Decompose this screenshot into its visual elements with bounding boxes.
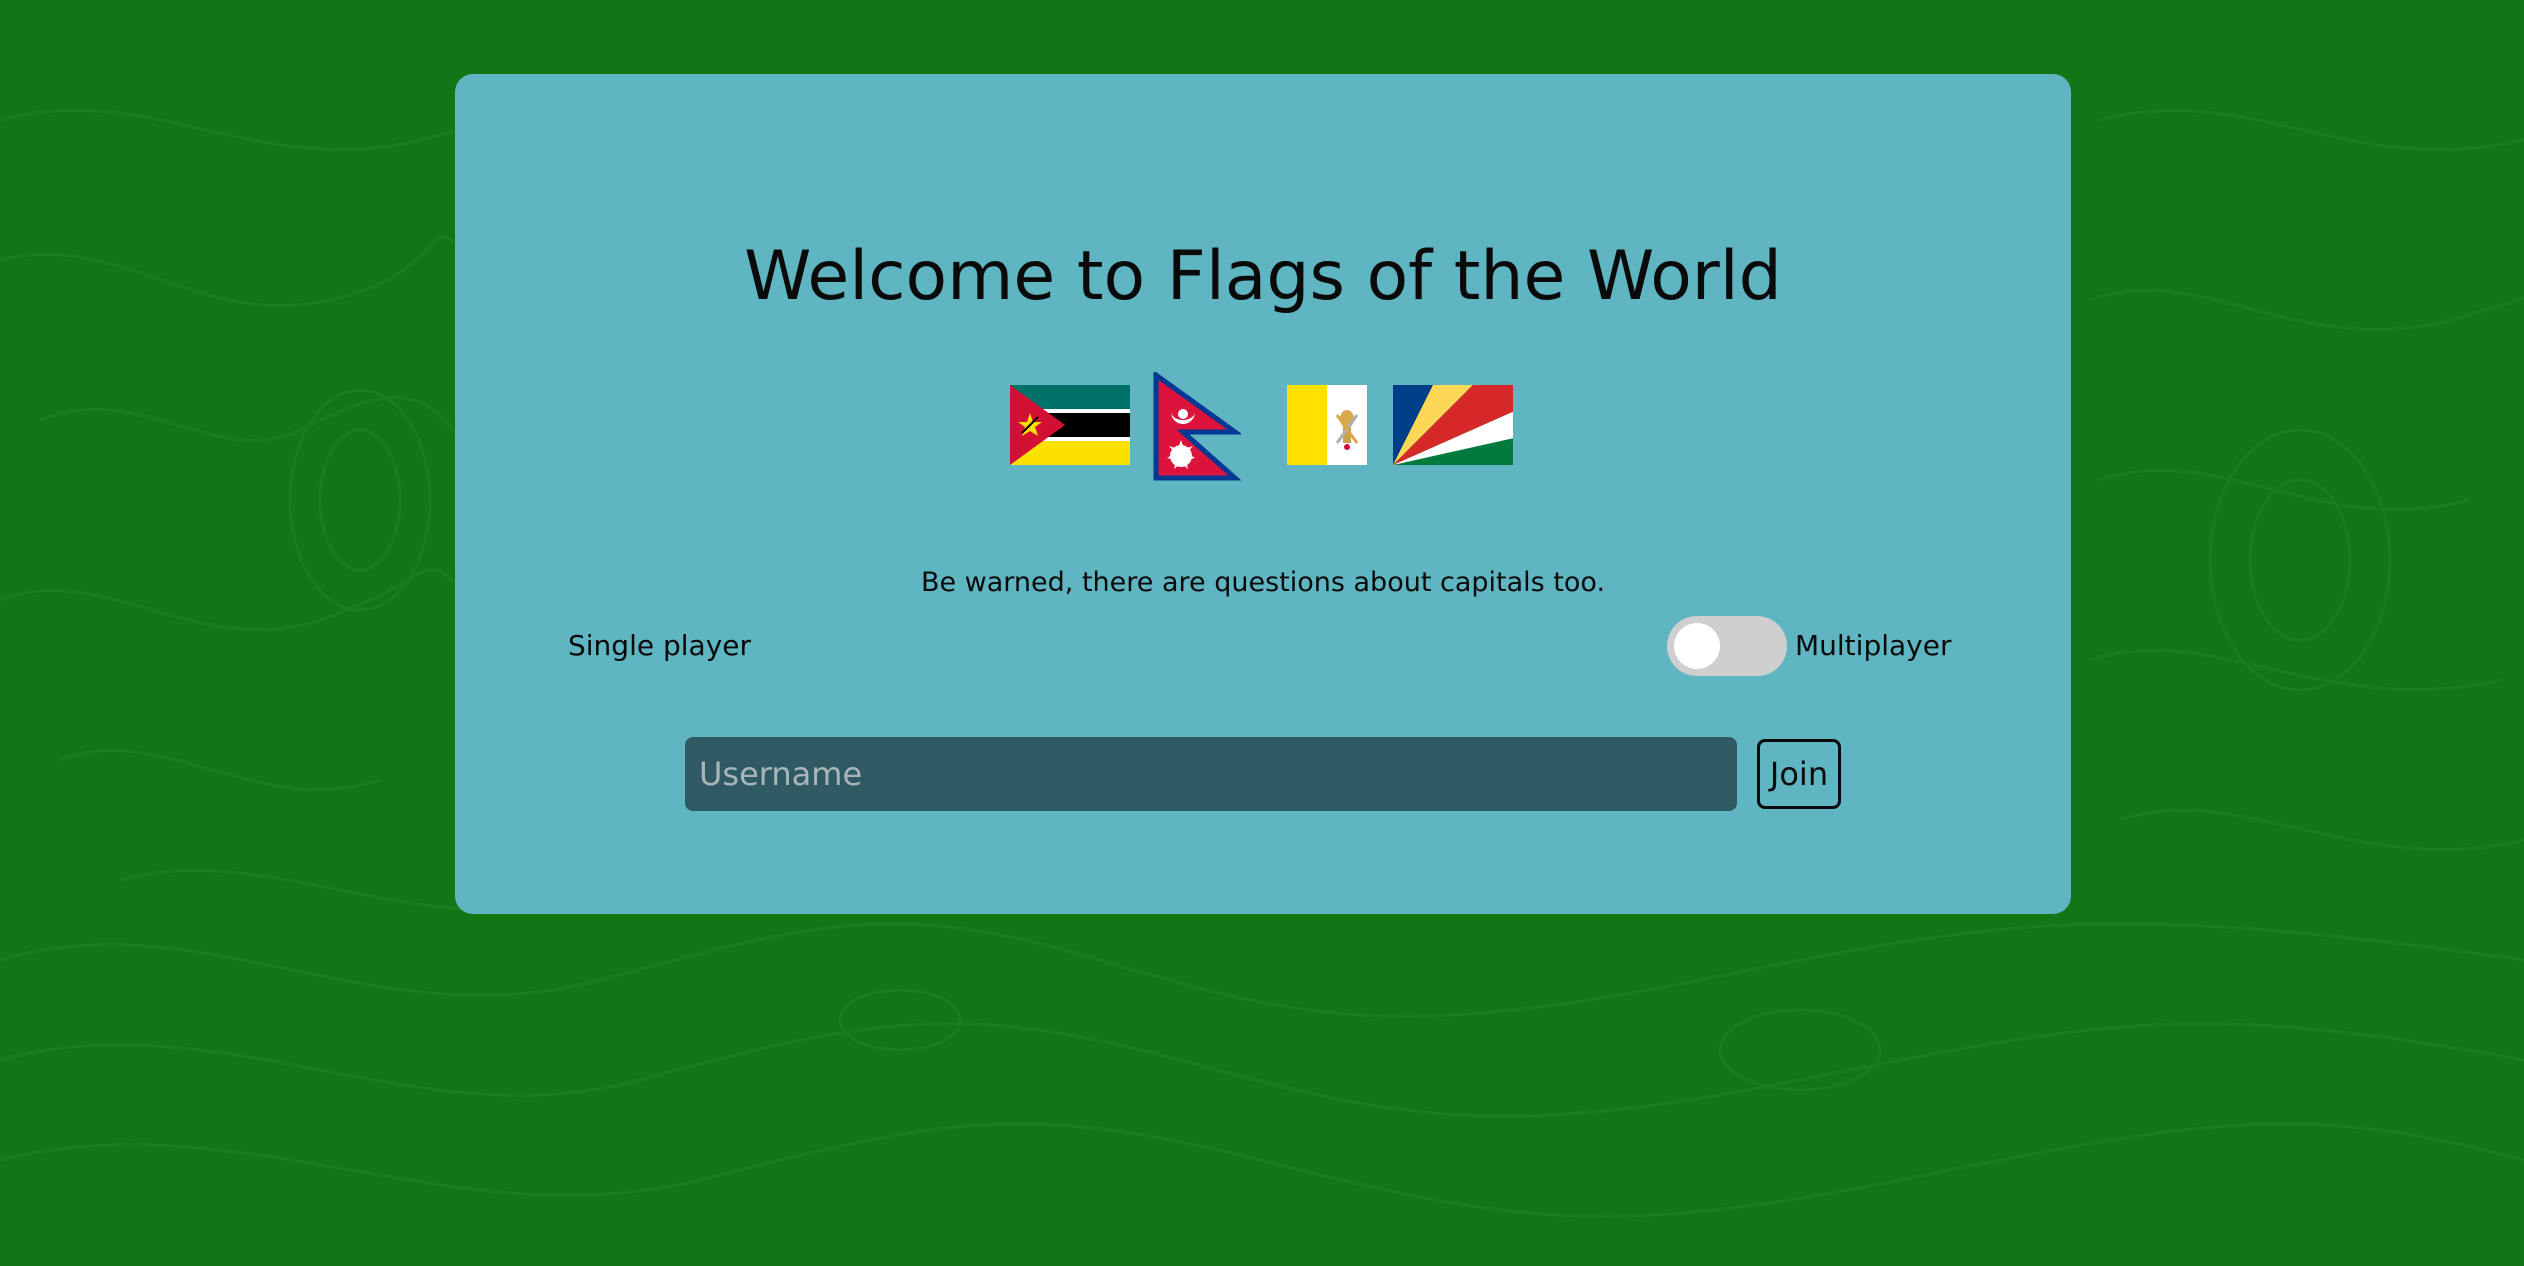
multiplayer-label: Multiplayer [1795, 629, 1952, 662]
mozambique-flag-icon [1010, 385, 1130, 465]
game-mode-selector: Single player Multiplayer [455, 614, 2071, 678]
username-input[interactable] [685, 737, 1737, 811]
page-title: Welcome to Flags of the World [744, 237, 1782, 316]
toggle-knob[interactable] [1674, 623, 1720, 669]
nepal-flag-icon [1153, 372, 1241, 481]
single-player-label: Single player [568, 629, 751, 662]
vatican-flag-icon [1287, 385, 1367, 465]
capitals-warning-text: Be warned, there are questions about cap… [920, 567, 1606, 598]
join-button[interactable]: Join [1757, 739, 1841, 809]
mode-toggle-switch[interactable] [1667, 616, 1787, 676]
flag-row [455, 372, 2071, 482]
seychelles-flag-icon [1393, 385, 1513, 465]
